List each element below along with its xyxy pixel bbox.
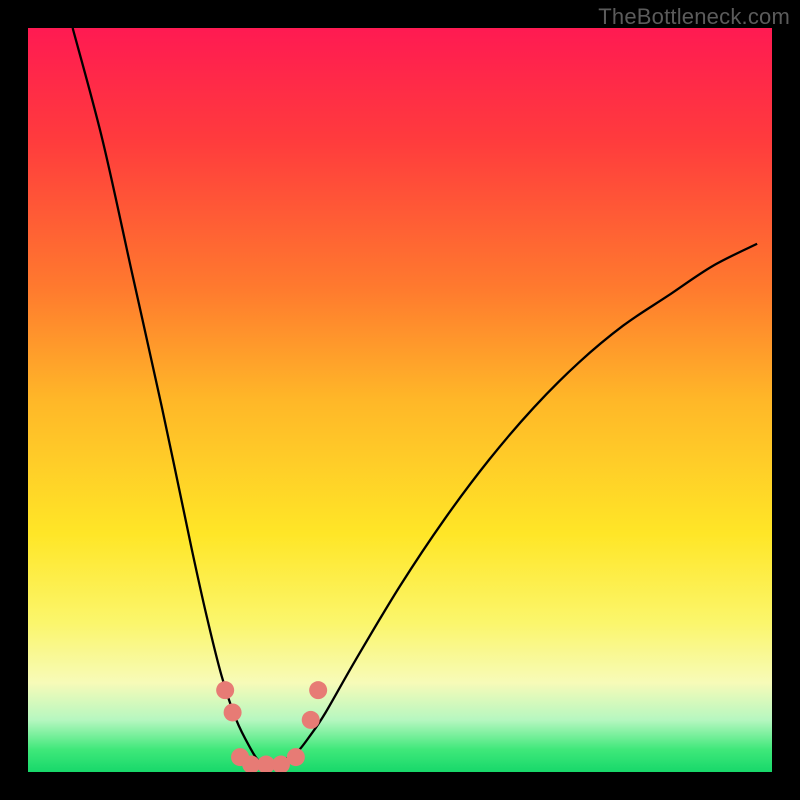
chart-svg (28, 28, 772, 772)
chart-frame: TheBottleneck.com (0, 0, 800, 800)
curve-markers (216, 681, 327, 772)
curve-marker (224, 703, 242, 721)
attribution-label: TheBottleneck.com (598, 4, 790, 30)
curve-marker (309, 681, 327, 699)
curve-marker (302, 711, 320, 729)
plot-area (28, 28, 772, 772)
bottleneck-curve (73, 28, 757, 765)
curve-marker (287, 748, 305, 766)
curve-marker (216, 681, 234, 699)
